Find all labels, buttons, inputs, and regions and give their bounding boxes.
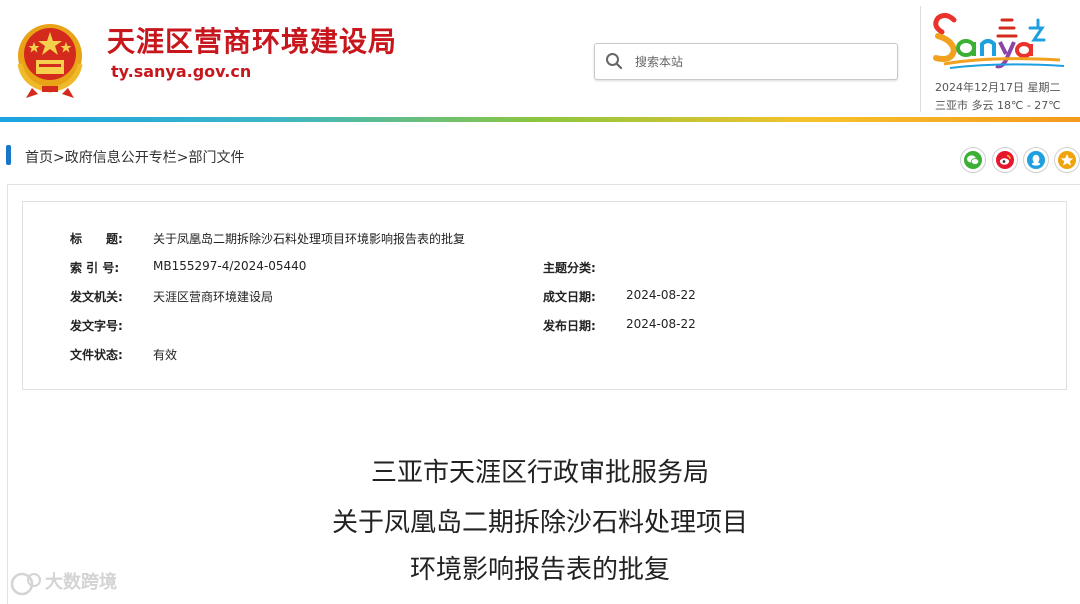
current-date: 2024年12月17日 星期二 [935,81,1061,94]
weather-info: 三亚市 多云 18℃ - 27℃ [935,99,1061,112]
search-input[interactable] [633,44,887,79]
search-box[interactable] [594,43,898,80]
qq-icon [1027,151,1045,169]
sanya-logo[interactable] [930,6,1070,74]
meta-published-label: 发布日期: [543,319,596,333]
breadcrumb-home[interactable]: 首页 [25,150,53,166]
national-emblem-icon [17,24,83,98]
watermark-text: 大数跨境 [45,572,117,593]
meta-index-value: MB155297-4/2024-05440 [153,259,307,273]
breadcrumb-current[interactable]: 部门文件 [188,150,244,166]
site-title[interactable]: 天涯区营商环境建设局 [107,20,397,60]
breadcrumb-column[interactable]: 政府信息公开专栏 [65,150,177,166]
document-title-line-2: 关于凤凰岛二期拆除沙石料处理项目 [331,508,748,538]
share-weibo-button[interactable] [992,147,1018,173]
document-title-line-3: 环境影响报告表的批复 [409,555,670,585]
meta-title-label: 标 题: [70,232,123,246]
meta-docno-label: 发文字号: [70,319,123,333]
meta-title-value: 关于凤凰岛二期拆除沙石料处理项目环境影响报告表的批复 [153,232,466,246]
wechat-icon [964,151,982,169]
meta-published-value: 2024-08-22 [626,317,696,331]
document-title-line-1: 三亚市天涯区行政审批服务局 [370,458,709,488]
breadcrumb: 首页>政府信息公开专栏>部门文件 [25,147,244,167]
header-color-stripe [0,117,1080,122]
meta-category-label: 主题分类: [543,261,596,275]
favorite-icon [1058,151,1076,169]
meta-issuer-value: 天涯区营商环境建设局 [153,290,274,304]
share-qq-button[interactable] [1023,147,1049,173]
weibo-icon [996,151,1014,169]
meta-created-label: 成文日期: [543,290,596,304]
breadcrumb-separator: > [53,150,65,166]
meta-status-value: 有效 [153,348,178,362]
header-divider [920,6,921,112]
breadcrumb-accent-bar [6,145,11,165]
breadcrumb-separator: > [176,150,189,166]
share-favorite-button[interactable] [1054,147,1080,173]
meta-index-label: 索 引 号: [70,261,120,275]
search-icon[interactable] [605,52,623,70]
share-wechat-button[interactable] [960,147,986,173]
meta-status-label: 文件状态: [70,348,123,362]
site-header: 天涯区营商环境建设局 ty.sanya.gov.cn 2024年12月17日 星… [0,0,1080,117]
meta-created-value: 2024-08-22 [626,288,696,302]
site-url[interactable]: ty.sanya.gov.cn [111,62,251,81]
meta-issuer-label: 发文机关: [70,290,123,304]
